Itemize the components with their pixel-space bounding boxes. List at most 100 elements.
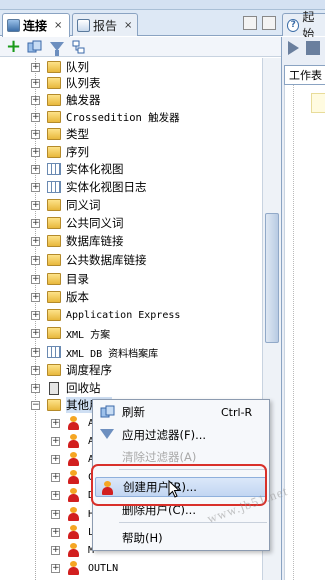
public-database-link-icon	[47, 254, 61, 266]
tab-worksheet[interactable]: 工作表	[284, 65, 325, 85]
user-icon	[67, 507, 79, 521]
maximize-icon[interactable]	[262, 16, 276, 30]
expand-icon[interactable]: +	[31, 200, 40, 210]
stop-icon[interactable]	[306, 41, 320, 55]
menu-item-label: 帮助(H)	[122, 531, 163, 545]
tree-node-label: 数据库链接	[66, 234, 124, 248]
menu-item-label: 刷新	[122, 405, 145, 419]
tree-node-label: 回收站	[66, 381, 101, 395]
queue-icon	[47, 61, 61, 73]
expand-icon[interactable]: +	[31, 292, 40, 302]
menu-item-label: 应用过滤器(F)...	[122, 428, 207, 442]
expand-icon[interactable]: +	[31, 255, 40, 265]
edition-icon	[47, 291, 61, 303]
tree-node-label: 实体化视图	[66, 162, 124, 176]
user-icon	[67, 434, 79, 448]
menu-item-refresh[interactable]: 刷新 Ctrl-R	[93, 402, 269, 422]
menu-item-help[interactable]: 帮助(H)	[93, 528, 269, 548]
user-icon	[67, 543, 79, 557]
tab-connections[interactable]: 连接 ×	[2, 13, 70, 37]
menu-item-label: 清除过滤器(A)	[122, 450, 197, 464]
expand-icon[interactable]: +	[31, 218, 40, 228]
expand-icon[interactable]: +	[51, 436, 60, 446]
user-icon	[67, 525, 79, 539]
expand-icon[interactable]: +	[51, 454, 60, 464]
tree-node-label: Crossedition 触发器	[66, 111, 180, 124]
run-icon[interactable]	[288, 41, 299, 55]
directory-icon	[47, 273, 61, 285]
editor-current-line	[311, 93, 325, 113]
materialized-view-log-icon	[47, 181, 61, 193]
expand-icon[interactable]: +	[51, 472, 60, 482]
connections-icon	[7, 19, 20, 32]
tree-node-label: 类型	[66, 127, 89, 141]
tree-node-label: 同义词	[66, 198, 101, 212]
tab-connections-label: 连接	[23, 19, 48, 33]
expand-icon[interactable]: +	[31, 347, 40, 357]
menu-item-shortcut: Ctrl-R	[221, 405, 253, 419]
sequence-icon	[47, 146, 61, 158]
type-icon	[47, 128, 61, 140]
tab-reports-close-icon[interactable]: ×	[124, 20, 132, 31]
user-icon	[67, 416, 79, 430]
user-icon	[67, 488, 79, 502]
expand-icon[interactable]: +	[51, 527, 60, 537]
user-icon	[67, 561, 79, 575]
collapse-icon[interactable]: −	[31, 400, 40, 410]
expand-icon[interactable]: +	[31, 274, 40, 284]
recycle-bin-icon	[49, 381, 59, 395]
tree-node-label: 队列	[66, 60, 89, 74]
user-icon	[67, 470, 79, 484]
menu-item-apply-filter[interactable]: 应用过滤器(F)...	[93, 425, 269, 445]
tab-bar: 连接 × 报告 × ? 起始	[0, 10, 325, 41]
expand-icon[interactable]: +	[51, 509, 60, 519]
minimize-icon[interactable]	[243, 16, 257, 30]
tab-reports[interactable]: 报告 ×	[72, 13, 138, 36]
window-top-strip	[0, 0, 325, 10]
tree-node-label: 公共数据库链接	[66, 253, 147, 267]
filter-icon[interactable]	[49, 40, 65, 56]
expand-icon[interactable]: +	[31, 62, 40, 72]
menu-separator	[119, 522, 267, 523]
expand-icon[interactable]: +	[31, 164, 40, 174]
tree-node-label: 队列表	[66, 76, 101, 90]
expand-icon[interactable]: +	[31, 236, 40, 246]
expand-icon[interactable]: +	[31, 129, 40, 139]
scrollbar-thumb[interactable]	[265, 213, 279, 343]
expand-icon[interactable]: +	[31, 147, 40, 157]
expand-icon[interactable]: +	[31, 182, 40, 192]
tab-reports-label: 报告	[93, 18, 118, 33]
refresh-connection-icon[interactable]	[27, 40, 43, 54]
trigger-icon	[47, 94, 61, 106]
expand-icon[interactable]: +	[31, 310, 40, 320]
tree-node-label: Application Express	[66, 309, 181, 321]
mouse-cursor-icon	[168, 480, 180, 498]
tree-node-label: 版本	[66, 290, 89, 304]
expand-icon[interactable]: +	[51, 418, 60, 428]
worksheet-editor[interactable]	[284, 85, 325, 580]
expand-icon[interactable]: +	[51, 563, 60, 573]
scheduler-icon	[47, 364, 61, 376]
tree-user-label: OUTLN	[88, 562, 119, 574]
xml-db-icon	[47, 346, 61, 358]
user-icon	[67, 452, 79, 466]
expand-icon[interactable]: +	[51, 545, 60, 555]
expand-icon[interactable]: +	[31, 328, 40, 338]
expand-icon[interactable]: +	[51, 490, 60, 500]
tree-node-label: 目录	[66, 272, 89, 286]
expand-icon[interactable]: +	[31, 365, 40, 375]
add-connection-button[interactable]: +	[6, 37, 21, 55]
expand-icon[interactable]: +	[31, 112, 40, 122]
expand-icon[interactable]: +	[31, 383, 40, 393]
tab-connections-close-icon[interactable]: ×	[54, 20, 62, 31]
help-icon: ?	[287, 18, 300, 32]
editor-gutter	[293, 85, 294, 580]
tree-node-label: 调度程序	[66, 363, 112, 377]
database-link-icon	[47, 235, 61, 247]
expand-icon[interactable]: +	[31, 78, 40, 88]
tree-node-label: 触发器	[66, 93, 101, 107]
expand-icon[interactable]: +	[31, 95, 40, 105]
tab-start-page[interactable]: ? 起始	[282, 10, 325, 41]
schema-browser-icon[interactable]	[71, 40, 87, 54]
connections-toolbar: +	[0, 37, 281, 57]
